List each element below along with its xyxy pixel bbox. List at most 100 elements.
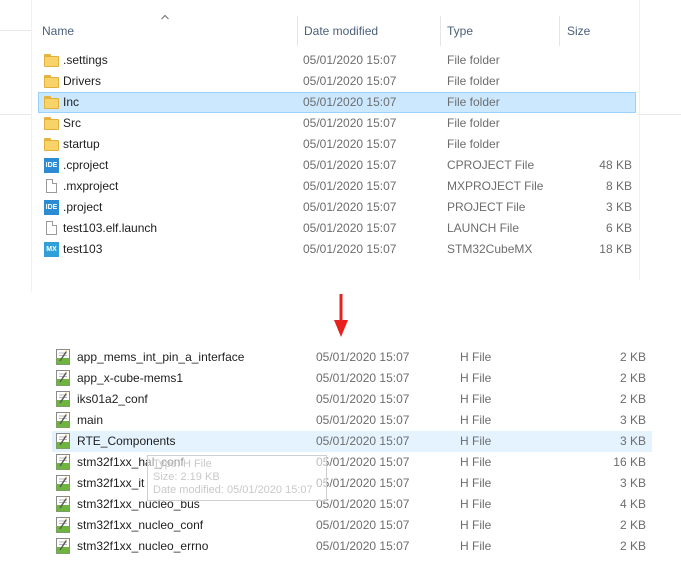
file-size: 2 KB: [619, 539, 646, 553]
list-item[interactable]: .settings 05/01/2020 15:07 File folder: [38, 50, 636, 71]
file-type: H File: [460, 434, 492, 448]
list-item[interactable]: app_mems_int_pin_a_interface 05/01/2020 1…: [52, 347, 652, 368]
column-separator[interactable]: [440, 16, 441, 46]
list-item[interactable]: stm32f1xx_it 05/01/2020 15:07 H File 3 KB: [52, 473, 652, 494]
file-name: Inc: [63, 95, 80, 109]
arrow-down-icon: [334, 294, 348, 337]
list-item[interactable]: IDE .cproject 05/01/2020 15:07 CPROJECT …: [38, 155, 636, 176]
file-size: 18 KB: [599, 242, 632, 256]
file-date: 05/01/2020 15:07: [316, 497, 410, 511]
folder-icon: [44, 74, 60, 89]
file-date: 05/01/2020 15:07: [316, 518, 410, 532]
document-icon: [46, 221, 57, 235]
header-file-icon: [56, 391, 70, 407]
file-name: stm32f1xx_nucleo_conf: [77, 518, 204, 532]
column-header-date-modified[interactable]: Date modified: [304, 16, 438, 46]
file-size: 8 KB: [605, 179, 632, 193]
file-date: 05/01/2020 15:07: [303, 137, 397, 151]
file-date: 05/01/2020 15:07: [316, 371, 410, 385]
folder-icon: [44, 137, 60, 152]
list-item-selected[interactable]: Inc 05/01/2020 15:07 File folder: [38, 92, 636, 113]
file-name: stm32f1xx_it: [77, 476, 145, 490]
column-header-type[interactable]: Type: [447, 16, 557, 46]
header-file-icon: [56, 454, 70, 470]
list-item[interactable]: iks01a2_conf 05/01/2020 15:07 H File 2 KB: [52, 389, 652, 410]
column-separator[interactable]: [297, 16, 298, 46]
file-date: 05/01/2020 15:07: [316, 350, 410, 364]
file-type: MXPROJECT File: [447, 179, 544, 193]
list-item[interactable]: app_x-cube-mems1 05/01/2020 15:07 H File 2 …: [52, 368, 652, 389]
file-type: File folder: [447, 74, 500, 88]
ide-file-icon: IDE: [44, 200, 59, 215]
list-item[interactable]: Src 05/01/2020 15:07 File folder: [38, 113, 636, 134]
file-type: File folder: [447, 116, 500, 130]
nav-divider: [0, 30, 31, 31]
file-size: 6 KB: [605, 221, 632, 235]
scrollbar-track[interactable]: [639, 0, 640, 280]
file-name: .cproject: [63, 158, 109, 172]
file-size: 3 KB: [605, 200, 632, 214]
stm32cubemx-icon: MX: [44, 242, 59, 257]
header-file-icon: [56, 412, 70, 428]
file-size: 16 KB: [613, 455, 646, 469]
file-size: 4 KB: [619, 497, 646, 511]
file-type: H File: [460, 476, 492, 490]
folder-icon: [44, 53, 60, 68]
file-name: iks01a2_conf: [77, 392, 148, 406]
file-date: 05/01/2020 15:07: [303, 74, 397, 88]
file-name: RTE_Components: [77, 434, 176, 448]
file-type: LAUNCH File: [447, 221, 520, 235]
file-type: H File: [460, 350, 492, 364]
file-tooltip: Type: H File Size: 2.19 KB Date modified…: [147, 455, 327, 501]
column-header-size[interactable]: Size: [567, 16, 637, 46]
folder-icon: [44, 95, 60, 110]
tooltip-type: Type: H File: [153, 458, 212, 470]
file-size: 2 KB: [619, 350, 646, 364]
list-item[interactable]: test103.elf.launch 05/01/2020 15:07 LAUN…: [38, 218, 636, 239]
file-name: Src: [63, 116, 81, 130]
file-date: 05/01/2020 15:07: [316, 392, 410, 406]
header-file-icon: [56, 475, 70, 491]
list-item-hovered[interactable]: RTE_Components 05/01/2020 15:07 H File 3 KB: [52, 431, 652, 452]
file-size: 3 KB: [619, 434, 646, 448]
list-item[interactable]: stm32f1xx_nucleo_bus 05/01/2020 15:07 H Fi…: [52, 494, 652, 515]
file-date: 05/01/2020 15:07: [316, 413, 410, 427]
list-item[interactable]: MX test103 05/01/2020 15:07 STM32CubeMX …: [38, 239, 636, 260]
file-name: main: [77, 413, 104, 427]
list-item[interactable]: stm32f1xx_hal_conf 05/01/2020 15:07 H File…: [52, 452, 652, 473]
list-item[interactable]: IDE .project 05/01/2020 15:07 PROJECT Fi…: [38, 197, 636, 218]
list-item[interactable]: main 05/01/2020 15:07 H File 3 KB: [52, 410, 652, 431]
header-file-icon: [56, 538, 70, 554]
file-type: File folder: [447, 53, 500, 67]
nav-divider: [0, 114, 31, 115]
file-type: PROJECT File: [447, 200, 526, 214]
file-name: .settings: [63, 53, 108, 67]
file-date: 05/01/2020 15:07: [303, 221, 397, 235]
list-item[interactable]: stm32f1xx_nucleo_conf 05/01/2020 15:07 H F…: [52, 515, 652, 536]
file-size: 2 KB: [619, 392, 646, 406]
list-item[interactable]: startup 05/01/2020 15:07 File folder: [38, 134, 636, 155]
list-item[interactable]: Drivers 05/01/2020 15:07 File folder: [38, 71, 636, 92]
header-file-icon: [56, 370, 70, 386]
folder-icon: [44, 116, 60, 131]
list-item[interactable]: .mxproject 05/01/2020 15:07 MXPROJECT Fi…: [38, 176, 636, 197]
header-file-icon: [56, 349, 70, 365]
file-size: 3 KB: [619, 413, 646, 427]
list-item[interactable]: stm32f1xx_nucleo_errno 05/01/2020 15:07 H …: [52, 536, 652, 557]
file-date: 05/01/2020 15:07: [316, 539, 410, 553]
ide-file-icon: IDE: [44, 158, 59, 173]
file-date: 05/01/2020 15:07: [303, 179, 397, 193]
file-date: 05/01/2020 15:07: [303, 200, 397, 214]
column-separator[interactable]: [559, 16, 560, 46]
file-name: .project: [63, 200, 103, 214]
tooltip-date: Date modified: 05/01/2020 15:07: [153, 484, 313, 496]
file-size: 2 KB: [619, 518, 646, 532]
file-date: 05/01/2020 15:07: [316, 476, 410, 490]
file-size: 3 KB: [619, 476, 646, 490]
file-date: 05/01/2020 15:07: [316, 434, 410, 448]
navigation-pane: [0, 0, 32, 292]
file-name: Drivers: [63, 74, 101, 88]
file-name: test103: [63, 242, 103, 256]
column-header-name[interactable]: Name: [42, 16, 296, 46]
header-file-icon: [56, 517, 70, 533]
